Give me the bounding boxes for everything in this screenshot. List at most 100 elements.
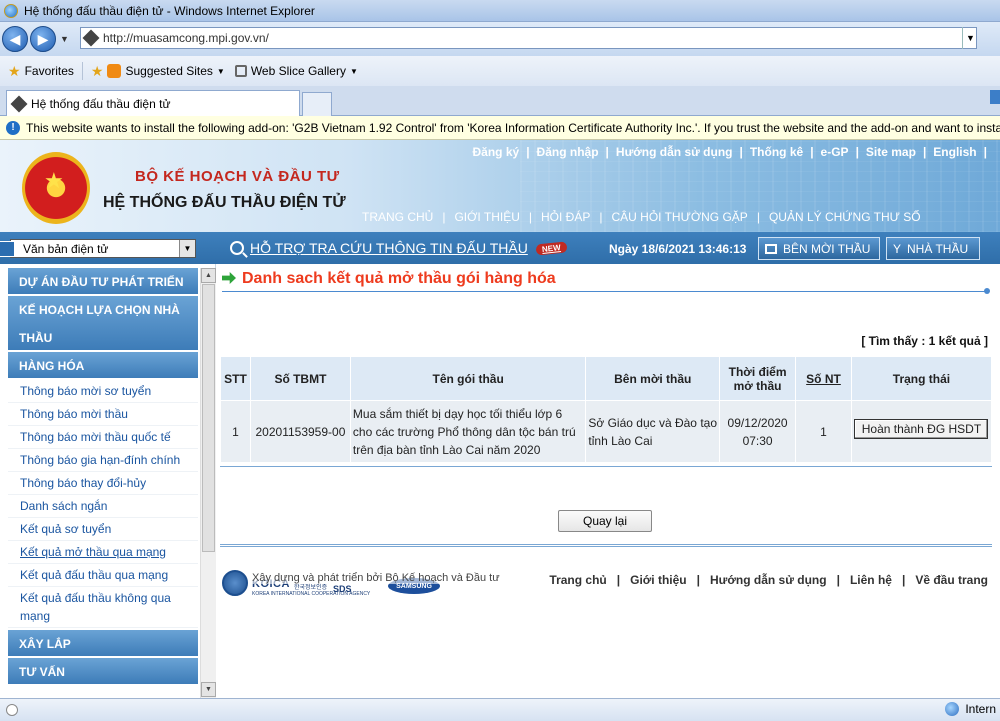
suggested-sites-dropdown-icon[interactable]: ▼ [217, 67, 225, 76]
sidebar-head-hang-hoa[interactable]: HÀNG HÓA [8, 352, 198, 380]
results-table: STT Số TBMT Tên gói thầu Bên mời thầu Th… [220, 356, 993, 463]
address-dropdown-icon[interactable]: ▼ [962, 27, 978, 49]
web-page: BỘ KẾ HOẠCH VÀ ĐẦU TƯ HỆ THỐNG ĐẤU THẦU … [0, 140, 1000, 698]
tab-bar: Hệ thống đấu thầu điện tử [0, 86, 1000, 116]
sidebar-item-ket-qua-mo-thau[interactable]: Kết quả mở thầu qua mạng [8, 541, 198, 564]
sidebar-item-moi-thau-quoc-te[interactable]: Thông báo mời thầu quốc tế [8, 426, 198, 449]
link-dang-nhap[interactable]: Đăng nhập [537, 145, 599, 159]
sidebar-head-xay-lap[interactable]: XÂY LẮP [8, 630, 198, 658]
page-title: Danh sach kết quả mở thầu gói hàng hóa [242, 270, 556, 287]
scroll-down-icon[interactable]: ▼ [201, 682, 216, 697]
footer-links: Trang chủ | Giới thiệu | Hướng dẫn sử dụng… [549, 573, 988, 587]
navigation-bar: ◀ ▶ ▼ http://muasamcong.mpi.gov.vn/ ▼ [0, 22, 1000, 56]
sidebar-item-thay-doi[interactable]: Thông báo thay đổi-hủy [8, 472, 198, 495]
nav-hoi-dap[interactable]: HỎI ĐÁP [541, 210, 590, 224]
scroll-up-icon[interactable]: ▲ [201, 268, 216, 283]
sidebar-item-moi-thau[interactable]: Thông báo mời thầu [8, 403, 198, 426]
system-name: HỆ THỐNG ĐẤU THẦU ĐIỆN TỬ [103, 194, 346, 211]
status-bar: Intern [0, 698, 1000, 721]
right-toolbar-icon[interactable] [990, 90, 1000, 104]
footer-link-lien-he[interactable]: Liên hệ [850, 573, 892, 587]
footer-link-trang-chu[interactable]: Trang chủ [549, 573, 606, 587]
ben-moi-thau-button[interactable]: BÊN MỜI THẦU [758, 237, 880, 260]
link-egp[interactable]: e-GP [821, 145, 849, 159]
cell-so-tbmt[interactable]: 20201153959-00 [249, 400, 351, 463]
scroll-thumb[interactable] [202, 284, 215, 552]
nav-cau-hoi[interactable]: CÂU HỎI THƯỜNG GẶP [611, 210, 747, 224]
sidebar-head-du-an[interactable]: DỰ ÁN ĐẦU TƯ PHÁT TRIỂN [8, 268, 198, 296]
sidebar-scrollbar[interactable]: ▲ ▼ [200, 268, 216, 698]
cell-ten-goi-thau: Mua sắm thiết bị dạy học tối thiểu lớp 6… [349, 400, 587, 463]
link-huong-dan[interactable]: Hướng dẫn sử dụng [616, 145, 733, 159]
table-row: 1 20201153959-00 Mua sắm thiết bị dạy họ… [220, 400, 993, 463]
sidebar-head-ke-hoach[interactable]: KẾ HOẠCH LỰA CHỌN NHÀ THẦU [8, 296, 198, 352]
col-ben-moi-thau: Bên mời thầu [585, 356, 721, 401]
tab-page-icon [10, 95, 28, 112]
main-nav: TRANG CHỦ | GIỚI THIỆU | HỎI ĐÁP | CÂU HỎI … [362, 210, 921, 224]
addon-infobar[interactable]: ! This website wants to install the foll… [0, 116, 1000, 140]
cell-so-nt: 1 [795, 400, 852, 463]
support-lookup-label: HỖ TRỢ TRA CỨU THÔNG TIN ĐẤU THẦU [250, 240, 528, 256]
cell-ben-moi-thau: Sở Giáo dục và Đào tạo tỉnh Lào Cai [585, 400, 721, 463]
link-thong-ke[interactable]: Thống kê [750, 145, 803, 159]
col-so-nt[interactable]: Số NT [795, 356, 852, 401]
col-trang-thai: Trạng thái [850, 356, 993, 401]
sidebar-item-ket-qua-khong-qua-mang[interactable]: Kết quả đấu thầu không qua mạng [8, 587, 198, 628]
suggested-sites-link[interactable]: Suggested Sites [125, 64, 212, 78]
national-emblem-icon [22, 152, 90, 224]
tab-title: Hệ thống đấu thầu điện tử [31, 96, 171, 111]
link-english[interactable]: English [933, 145, 976, 159]
built-by-text: Xây dựng và phát triển bởi Bộ Kế hoạch v… [252, 572, 500, 584]
sidebar-item-danh-sach-ngan[interactable]: Danh sách ngắn [8, 495, 198, 518]
col-stt: STT [220, 356, 251, 401]
table-bottom-rule [220, 466, 992, 467]
sidebar-head-tu-van[interactable]: TƯ VẤN [8, 658, 198, 686]
tab-current[interactable]: Hệ thống đấu thầu điện tử [6, 90, 300, 116]
site-header: BỘ KẾ HOẠCH VÀ ĐẦU TƯ HỆ THỐNG ĐẤU THẦU … [0, 140, 1000, 232]
new-badge: NEW [535, 240, 567, 256]
back-button[interactable]: Quay lại [558, 510, 652, 532]
nha-thau-button[interactable]: Y NHÀ THẦU [886, 237, 980, 260]
address-bar[interactable]: http://muasamcong.mpi.gov.vn/ [80, 27, 977, 49]
forward-arrow-icon[interactable]: ▶ [30, 26, 56, 52]
web-slice-icon [234, 65, 247, 77]
support-lookup-link[interactable]: HỖ TRỢ TRA CỨU THÔNG TIN ĐẤU THẦU NEW [230, 240, 567, 256]
title-divider [222, 291, 988, 292]
page-icon [82, 29, 100, 47]
sidebar-item-moi-so-tuyen[interactable]: Thông báo mời sơ tuyển [8, 380, 198, 403]
add-favorite-icon[interactable]: ★ [91, 63, 104, 80]
chevron-down-icon[interactable]: ▼ [179, 240, 195, 257]
link-site-map[interactable]: Site map [866, 145, 916, 159]
security-zone-label: Intern [965, 702, 996, 716]
address-url: http://muasamcong.mpi.gov.vn/ [103, 31, 269, 45]
koica-logo-subtext: KOREA INTERNATIONAL COOPERATION AGENCY [252, 591, 371, 597]
sidebar-item-gia-han[interactable]: Thông báo gia hạn-đính chính [8, 449, 198, 472]
new-tab-button[interactable] [302, 92, 332, 116]
web-slice-dropdown-icon[interactable]: ▼ [350, 67, 358, 76]
document-icon [0, 240, 15, 257]
document-select[interactable]: Văn bản điện tử ▼ [0, 239, 196, 258]
results-count: [ Tìm thấy : 1 kết quả ] [861, 334, 988, 348]
col-so-nt-label[interactable]: Số NT [806, 372, 841, 386]
history-dropdown-icon[interactable]: ▼ [60, 34, 69, 44]
arrow-right-icon [222, 272, 236, 284]
link-dang-ky[interactable]: Đăng ký [473, 145, 520, 159]
nav-quan-ly[interactable]: QUẢN LÝ CHỨNG THƯ SỐ [769, 210, 921, 224]
footer-link-ve-dau-trang[interactable]: Về đầu trang [915, 573, 988, 587]
window-titlebar: Hệ thống đấu thầu điện tử - Windows Inte… [0, 0, 1000, 22]
nav-trang-chu[interactable]: TRANG CHỦ [362, 210, 433, 224]
book-icon [765, 243, 777, 254]
footer-link-gioi-thieu[interactable]: Giới thiệu [630, 573, 687, 587]
globe-icon [945, 702, 960, 716]
favorites-button[interactable]: Favorites [25, 64, 74, 78]
sidebar-item-ket-qua-dau-thau[interactable]: Kết quả đấu thầu qua mạng [8, 564, 198, 587]
nav-gioi-thieu[interactable]: GIỚI THIỆU [454, 210, 519, 224]
favorites-star-icon[interactable]: ★ [8, 63, 21, 80]
web-slice-gallery-link[interactable]: Web Slice Gallery [251, 64, 346, 78]
security-zone[interactable]: Intern [945, 702, 996, 716]
back-arrow-icon[interactable]: ◀ [2, 26, 28, 52]
status-button[interactable]: Hoàn thành ĐG HSDT [854, 419, 989, 439]
sidebar-item-ket-qua-so-tuyen[interactable]: Kết quả sơ tuyển [8, 518, 198, 541]
footer-link-huong-dan[interactable]: Hướng dẫn sử dụng [710, 573, 827, 587]
footer-divider [220, 544, 992, 545]
